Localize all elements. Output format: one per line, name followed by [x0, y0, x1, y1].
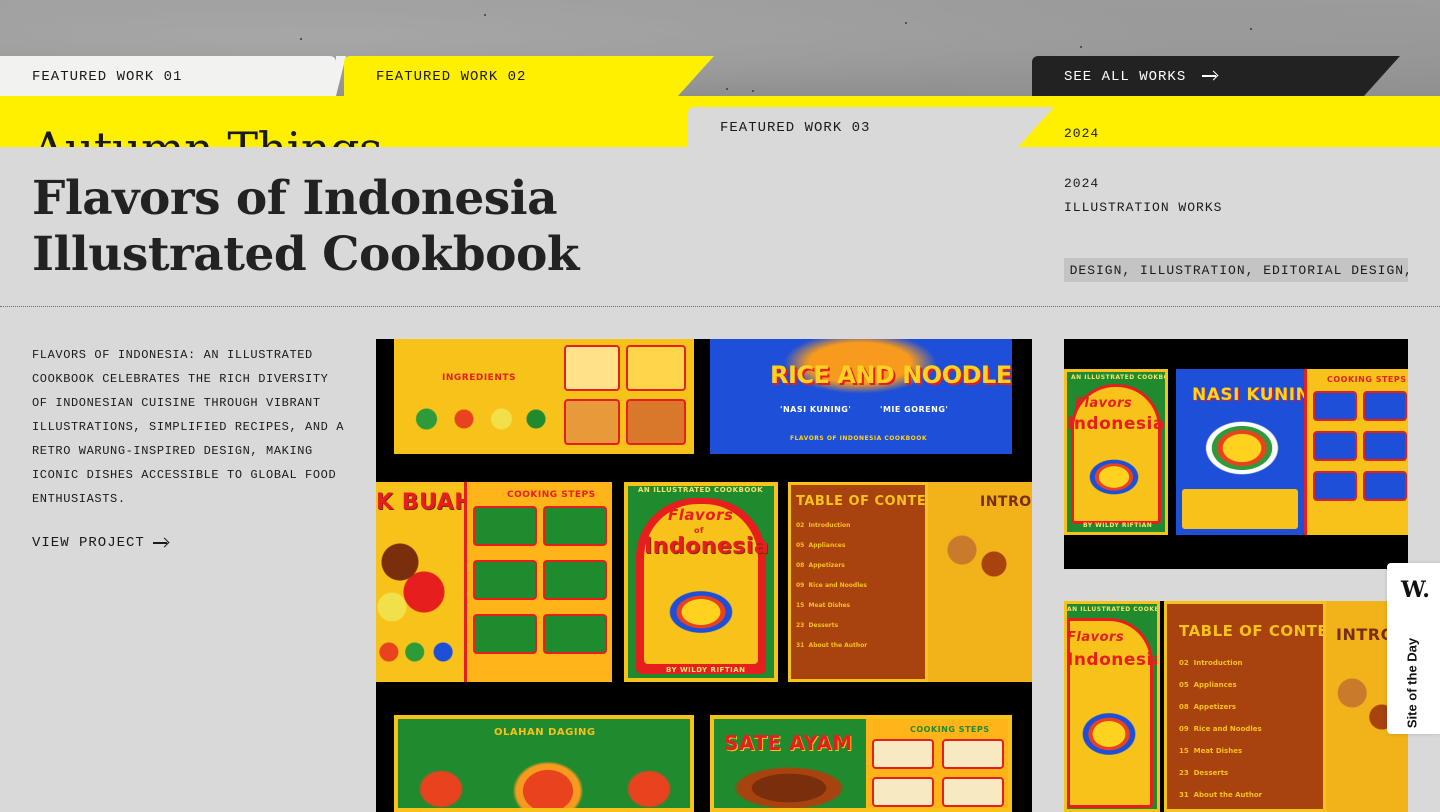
toc-row: 05 Appliances — [796, 542, 846, 549]
toc-row: 05 Appliances — [1179, 681, 1237, 689]
artwork-side-cover-indonesia: Indonesia — [1067, 414, 1165, 434]
tab-featured-work-03[interactable]: FEATURED WORK 03 — [688, 107, 1054, 147]
view-project-label: VIEW PROJECT — [32, 535, 145, 551]
artwork-cooking-steps-label: COOKING STEPS — [507, 490, 596, 500]
toc-row: 02 Introduction — [796, 522, 851, 529]
artwork-ingredients-label: INGREDIENTS — [442, 373, 516, 383]
artwork-side-cover-subtitle: AN ILLUSTRATED COOKBOOK — [1071, 374, 1165, 381]
artwork-sate-steps-label: COOKING STEPS — [910, 725, 990, 734]
artwork-side-cover-byline: BY WILDY RIFTIAN — [1083, 522, 1153, 529]
site-of-the-day-label: Site of the Day — [1404, 637, 1420, 729]
artwork-sate-ayam-page: SATE AYAM COOKING STEPS — [710, 715, 1012, 812]
project-description: FLAVORS OF INDONESIA: AN ILLUSTRATED COO… — [32, 348, 345, 506]
project-image-side-2[interactable]: AN ILLUSTRATED COOKBOOK Flavors Indonesi… — [1064, 601, 1408, 812]
featured-work-03-panel: Flavors of Indonesia Illustrated Cookboo… — [0, 147, 1440, 812]
artwork-side2-cover: AN ILLUSTRATED COOKBOOK Flavors Indonesi… — [1064, 601, 1160, 812]
tab-featured-work-02-label: FEATURED WORK 02 — [376, 69, 527, 85]
artwork-side-cover: AN ILLUSTRATED COOKBOOK Flavors Indonesi… — [1064, 369, 1168, 535]
toc-row: 15 Meat Dishes — [1179, 747, 1243, 755]
project-image-main[interactable]: INGREDIENTS RICE AND NOODLES 'NASI KUNIN… — [376, 339, 1032, 812]
artwork-buah-page: K BUAH COOKING STEPS — [376, 482, 612, 682]
artwork-cover-indonesia: Indonesia — [644, 534, 770, 559]
tab-featured-work-03-label: FEATURED WORK 03 — [720, 120, 871, 136]
artwork-nasi-kuning-label: 'NASI KUNING' — [780, 405, 852, 414]
tab-featured-work-01-label: FEATURED WORK 01 — [32, 69, 183, 85]
see-all-works-button[interactable]: SEE ALL WORKS — [1032, 56, 1400, 96]
artwork-cover-byline: BY WILDY RIFTIAN — [666, 666, 746, 674]
artwork-side2-indonesia: Indonesia — [1067, 650, 1160, 670]
artwork-sate-title: SATE AYAM — [724, 731, 853, 755]
project-tags-marquee: K DESIGN, ILLUSTRATION, EDITORIAL DESIGN… — [1064, 258, 1408, 282]
project-year: 2024 — [1064, 176, 1100, 191]
toc-row: 31 About the Author — [796, 642, 868, 649]
toc-row: 02 Introduction — [1179, 659, 1243, 667]
artwork-rice-noodles-title: RICE AND NOODLES — [770, 361, 1012, 389]
toc-row: 23 Desserts — [1179, 769, 1229, 777]
project-tags: K DESIGN, ILLUSTRATION, EDITORIAL DESIGN… — [1064, 263, 1408, 278]
arrow-right-icon — [152, 538, 169, 548]
artwork-buah-title: K BUAH — [376, 490, 474, 515]
artwork-side2-flavors: Flavors — [1067, 630, 1125, 645]
artwork-side-cover-flavors: Flavors — [1075, 396, 1133, 411]
toc-row: 23 Desserts — [796, 622, 839, 629]
project-title: Flavors of Indonesia Illustrated Cookboo… — [32, 171, 579, 282]
see-all-works-label: SEE ALL WORKS — [1064, 69, 1187, 85]
artwork-ingredients-page: INGREDIENTS — [394, 339, 694, 454]
project-category: ILLUSTRATION WORKS — [1064, 200, 1223, 215]
artwork-side-steps-label: COOKING STEPS — [1327, 375, 1407, 384]
toc-row: 09 Rice and Noodles — [796, 582, 867, 589]
toc-row: 09 Rice and Noodles — [1179, 725, 1262, 733]
artwork-side2-subtitle: AN ILLUSTRATED COOKBOOK — [1067, 606, 1160, 613]
view-project-link[interactable]: VIEW PROJECT — [32, 535, 169, 551]
artwork-cover: AN ILLUSTRATED COOKBOOK Flavors of Indon… — [624, 482, 778, 682]
artwork-olahan-daging-page: OLAHAN DAGING — [394, 715, 694, 812]
toc-row: 15 Meat Dishes — [796, 602, 851, 609]
awwwards-logo: W. — [1401, 577, 1430, 603]
artwork-nasi-kuning-page: NASI KUNING — [1176, 369, 1304, 535]
artwork-nasi-kuning-title: NASI KUNING — [1192, 385, 1304, 405]
tab-featured-work-01[interactable]: FEATURED WORK 01 — [0, 56, 346, 96]
project-image-side-1[interactable]: AN ILLUSTRATED COOKBOOK Flavors Indonesi… — [1064, 339, 1408, 569]
artwork-mie-goreng-label: 'MIE GORENG' — [880, 405, 949, 414]
toc-row: 08 Appetizers — [796, 562, 845, 569]
featured-work-02-year: 2024 — [1064, 126, 1100, 141]
artwork-intro-title: INTRODUCTION — [980, 494, 1032, 510]
artwork-side2-toc-title: TABLE OF CONTENTS — [1179, 622, 1323, 640]
dotted-divider — [0, 306, 1440, 307]
arrow-right-icon — [1201, 71, 1218, 81]
artwork-cover-flavors: Flavors — [668, 506, 734, 524]
artwork-cover-subtitle: AN ILLUSTRATED COOKBOOK — [638, 486, 764, 494]
tab-featured-work-02[interactable]: FEATURED WORK 02 — [344, 56, 714, 96]
toc-row: 08 Appetizers — [1179, 703, 1236, 711]
artwork-olahan-title: OLAHAN DAGING — [494, 727, 596, 738]
toc-row: 31 About the Author — [1179, 791, 1263, 799]
artwork-toc-page: TABLE OF CONTENTS 02 Introduction 05 App… — [788, 482, 1032, 682]
artwork-rice-noodles-page: RICE AND NOODLES 'NASI KUNING' 'MIE GORE… — [710, 339, 1012, 454]
artwork-side2-toc: TABLE OF CONTENTS 02 Introduction 05 App… — [1164, 601, 1326, 812]
artwork-side-steps-page: COOKING STEPS — [1304, 369, 1408, 535]
artwork-footer-small: FLAVORS OF INDONESIA COOKBOOK — [790, 435, 928, 442]
site-of-the-day-badge[interactable]: W. Site of the Day — [1387, 563, 1440, 734]
